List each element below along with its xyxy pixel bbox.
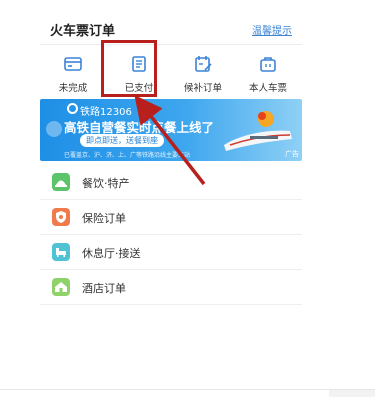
ad-label: 广告 (285, 150, 299, 158)
notice-link[interactable]: 温馨提示 (252, 22, 292, 37)
banner-decoration (46, 121, 62, 137)
train-icon (224, 111, 292, 151)
card-icon (64, 57, 82, 71)
menu-item-label: 酒店订单 (82, 282, 126, 295)
lounge-icon (52, 243, 70, 261)
menu-item-label: 休息厅·接送 (82, 247, 141, 260)
shield-icon (52, 208, 70, 226)
food-icon (52, 173, 70, 191)
divider (0, 389, 375, 390)
tab-label: 未完成 (58, 83, 88, 94)
menu-item-hotel[interactable]: 酒店订单 (40, 270, 302, 305)
tab-unfinished[interactable]: 未完成 (40, 48, 106, 96)
highlight-box (101, 40, 157, 97)
scroll-edge (329, 390, 375, 397)
service-menu: 餐饮·特产 保险订单 休息厅·接送 酒店订单 (40, 165, 302, 305)
tab-waitlist[interactable]: 候补订单 (170, 48, 236, 96)
banner-brand: 铁路12306 (80, 107, 132, 118)
menu-item-food[interactable]: 餐饮·特产 (40, 165, 302, 200)
orders-header: 火车票订单 温馨提示 (40, 14, 302, 42)
banner-fine-print: 已覆盖京、沪、济、上、广等铁路沿线主要车站 (64, 152, 191, 159)
calendar-edit-icon (195, 56, 212, 72)
menu-item-insurance[interactable]: 保险订单 (40, 200, 302, 235)
menu-item-label: 餐饮·特产 (82, 177, 130, 190)
hotel-icon (52, 278, 70, 296)
divider (40, 44, 302, 45)
tab-label: 本人车票 (248, 83, 287, 94)
menu-item-lounge[interactable]: 休息厅·接送 (40, 235, 302, 270)
suitcase-icon (260, 57, 276, 72)
menu-item-label: 保险订单 (82, 212, 126, 225)
railway-logo-icon (67, 103, 78, 114)
page-title: 火车票订单 (50, 24, 116, 39)
promo-banner[interactable]: 铁路12306 高铁自营餐实时点餐上线了 即点即送，送餐到座 已覆盖京、沪、济、… (40, 99, 302, 161)
order-tabs: 未完成 已支付 候补订单 本人车票 (40, 48, 302, 96)
tab-label: 候补订单 (183, 83, 222, 94)
banner-button[interactable]: 即点即送，送餐到座 (80, 134, 164, 147)
tab-my-tickets[interactable]: 本人车票 (235, 48, 301, 96)
